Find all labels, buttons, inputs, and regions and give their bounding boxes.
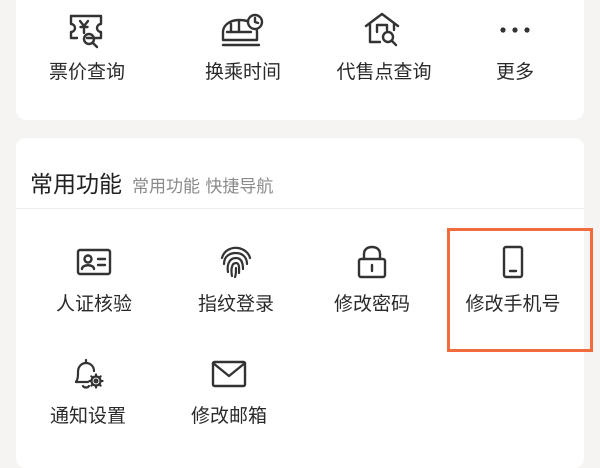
section-divider — [16, 208, 584, 209]
identity-verification-label: 人证核验 — [55, 293, 132, 315]
identity-verification[interactable]: 人证核验 — [24, 242, 164, 316]
transfer-time-label: 换乘时间 — [204, 61, 281, 83]
change-email-label: 修改邮箱 — [190, 405, 267, 427]
more-button[interactable]: 更多 — [445, 10, 585, 84]
fingerprint-icon — [166, 242, 306, 282]
section-title: 常用功能 — [30, 172, 122, 198]
fingerprint-login[interactable]: 指纹登录 — [166, 242, 306, 316]
agency-search-icon — [314, 10, 454, 50]
highlight-box — [447, 228, 593, 352]
ticket-price-query[interactable]: 票价查询 — [17, 10, 157, 84]
notification-settings-label: 通知设置 — [49, 405, 126, 427]
agency-query-label: 代售点查询 — [336, 61, 432, 83]
fingerprint-login-label: 指纹登录 — [197, 293, 274, 315]
transfer-time-icon — [173, 10, 313, 50]
lock-icon — [302, 242, 442, 282]
envelope-icon — [159, 354, 299, 394]
section-subtitle: 常用功能 快捷导航 — [132, 177, 274, 197]
transfer-time[interactable]: 换乘时间 — [173, 10, 313, 84]
ticket-price-icon — [17, 10, 157, 50]
agency-query[interactable]: 代售点查询 — [314, 10, 454, 84]
bell-settings-icon — [18, 354, 158, 394]
change-password[interactable]: 修改密码 — [302, 242, 442, 316]
more-label: 更多 — [495, 61, 534, 83]
notification-settings[interactable]: 通知设置 — [18, 354, 158, 428]
ticket-price-label: 票价查询 — [48, 61, 125, 83]
change-password-label: 修改密码 — [333, 293, 410, 315]
quick-actions-card: 票价查询 换乘时间 代售点查询 更多 — [16, 0, 584, 120]
id-card-icon — [24, 242, 164, 282]
section-header: 常用功能 常用功能 快捷导航 — [30, 165, 273, 199]
change-email[interactable]: 修改邮箱 — [159, 354, 299, 428]
more-dots-icon — [445, 10, 585, 50]
